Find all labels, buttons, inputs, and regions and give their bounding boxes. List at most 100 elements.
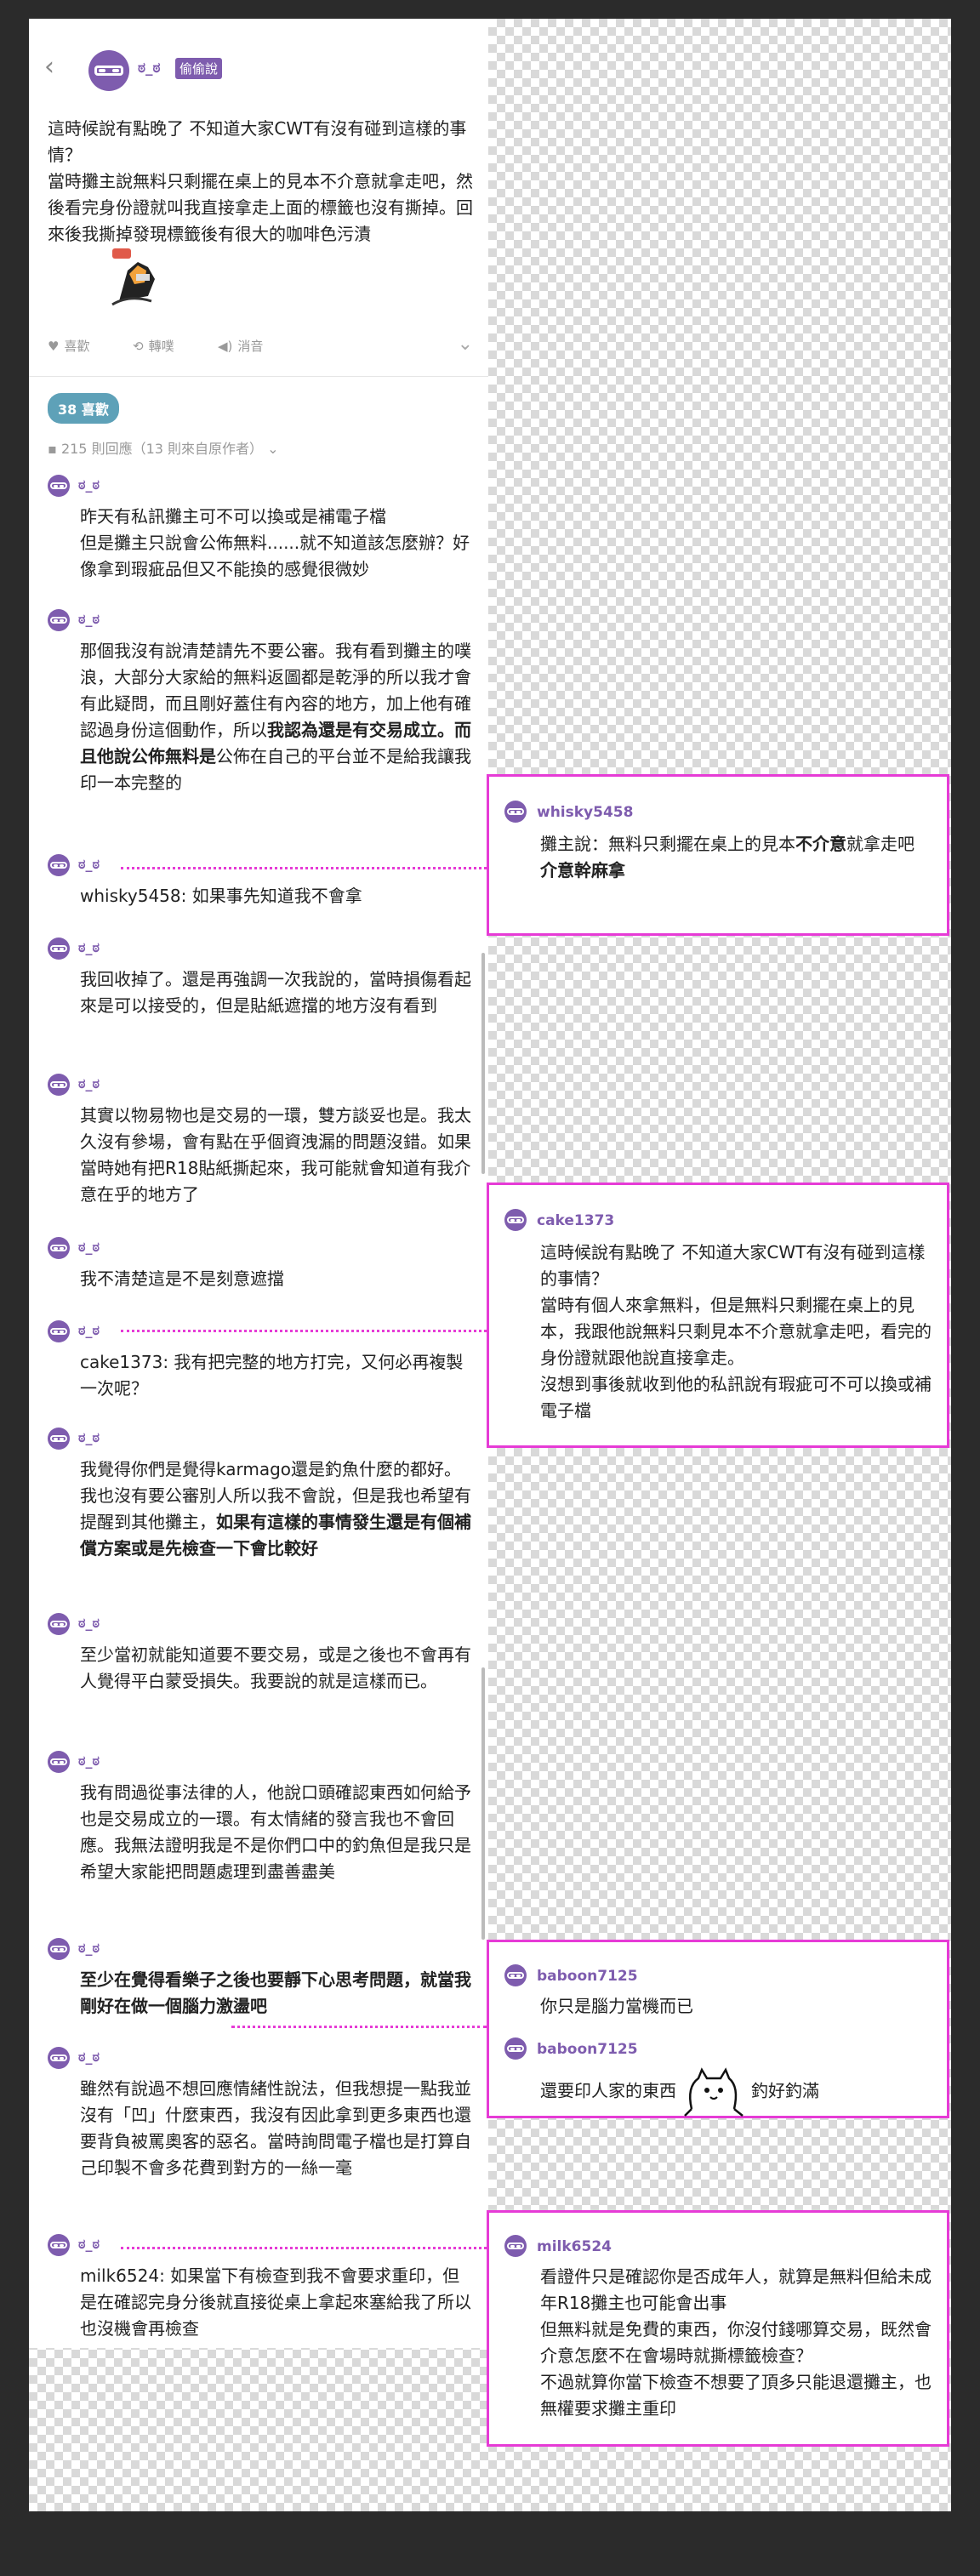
comment-text: whisky5458: 如果事先知道我不會拿 bbox=[80, 886, 362, 906]
comment-text: 我不清楚這是不是刻意遮擋 bbox=[80, 1268, 284, 1289]
comment-text: 我覺得你們是覺得karmago還是釣魚什麼的都好。我也沒有要公審別人所以我不會說… bbox=[80, 1456, 471, 1562]
mask-icon bbox=[507, 1217, 524, 1223]
quoted-response: milk6524 看證件只是確認你是否成年人，就算是無料但給未成年R18攤主也可… bbox=[487, 2210, 949, 2447]
op-name[interactable]: ಠ_ಠ bbox=[138, 60, 161, 77]
quoted-response: baboon7125 你只是腦力當機而已 baboon7125 還要印人家的東西… bbox=[487, 1940, 949, 2118]
commenter-name[interactable]: ಠ_ಠ bbox=[78, 1075, 100, 1092]
mask-icon bbox=[50, 2055, 67, 2061]
mask-icon bbox=[507, 1972, 524, 1979]
comment-text: 昨天有私訊攤主可不可以換或是補電子檔 但是攤主只說會公佈無料......就不知道… bbox=[80, 506, 470, 579]
commenter-avatar[interactable] bbox=[48, 1751, 70, 1773]
responder-name[interactable]: milk6524 bbox=[537, 2238, 612, 2255]
scrollbar[interactable] bbox=[481, 953, 485, 1174]
divider bbox=[29, 376, 488, 377]
responder-avatar[interactable] bbox=[504, 1209, 527, 1231]
connector-line bbox=[231, 2026, 487, 2028]
mask-icon bbox=[507, 2045, 524, 2052]
commenter-name[interactable]: ಠ_ಠ bbox=[78, 1429, 100, 1446]
response-text: 攤主說：無料只剩擺在桌上的見本不介意就拿走吧 介意幹麻拿 bbox=[540, 831, 940, 884]
repost-label: 轉噗 bbox=[148, 339, 174, 354]
mask-icon bbox=[507, 808, 524, 815]
mask-icon bbox=[50, 1946, 67, 1952]
commenter-avatar[interactable] bbox=[48, 1237, 70, 1259]
commenter-name[interactable]: ಠ_ಠ bbox=[78, 1239, 100, 1256]
like-label: 喜歡 bbox=[64, 339, 90, 354]
speech-bubble-icon: ▪ bbox=[48, 441, 61, 457]
anonymous-badge: 偷偷說 bbox=[175, 58, 223, 79]
mask-icon bbox=[50, 862, 67, 869]
commenter-avatar[interactable] bbox=[48, 938, 70, 960]
commenter-avatar[interactable] bbox=[48, 1074, 70, 1096]
fox-sticker-icon bbox=[111, 248, 155, 306]
cat-sticker-icon bbox=[684, 2067, 744, 2117]
reply-count-label: 215 則回應（13 則來自原作者） bbox=[60, 441, 264, 457]
responder-name[interactable]: baboon7125 bbox=[537, 1968, 638, 1985]
commenter-avatar[interactable] bbox=[48, 1938, 70, 1960]
commenter-avatar[interactable] bbox=[48, 2047, 70, 2069]
responder-name[interactable]: cake1373 bbox=[537, 1212, 614, 1229]
response-text-part: 攤主說：無料只剩擺在桌上的見本 bbox=[540, 834, 795, 854]
responder-avatar[interactable] bbox=[504, 2037, 527, 2060]
commenter-name[interactable]: ಠ_ಠ bbox=[78, 939, 100, 956]
mask-icon bbox=[94, 66, 123, 76]
commenter-avatar[interactable] bbox=[48, 2234, 70, 2256]
mute-label: 消音 bbox=[237, 339, 264, 354]
connector-line bbox=[121, 2247, 487, 2249]
likes-badge[interactable]: 38 喜歡 bbox=[48, 393, 119, 424]
post-actions: ♥ 喜歡 ⟲ 轉噗 ◀) 消音 ⌄ bbox=[48, 333, 473, 359]
commenter-name[interactable]: ಠ_ಠ bbox=[78, 1322, 100, 1339]
mask-icon bbox=[50, 1758, 67, 1765]
chevron-down-icon[interactable]: ⌄ bbox=[458, 333, 473, 355]
response-text-part: 就拿走吧 bbox=[846, 834, 914, 854]
repost-icon: ⟲ bbox=[133, 338, 144, 354]
responder-name[interactable]: baboon7125 bbox=[537, 2041, 638, 2058]
commenter-name[interactable]: ಠ_ಠ bbox=[78, 611, 100, 628]
responder-name[interactable]: whisky5458 bbox=[537, 804, 633, 821]
mask-icon bbox=[50, 2242, 67, 2248]
commenter-avatar[interactable] bbox=[48, 854, 70, 876]
response-text-part: 還要印人家的東西 bbox=[540, 2080, 676, 2101]
commenter-avatar[interactable] bbox=[48, 609, 70, 631]
connector-line bbox=[121, 1330, 487, 1332]
quoted-response: cake1373 這時候說有點晚了 不知道大家CWT有沒有碰到這樣的事情？ 當時… bbox=[487, 1183, 949, 1448]
commenter-name[interactable]: ಠ_ಠ bbox=[78, 2049, 100, 2066]
comment-text: cake1373: 我有把完整的地方打完，又何必再複製一次呢？ bbox=[80, 1352, 464, 1399]
mute-button[interactable]: ◀) 消音 bbox=[218, 337, 263, 355]
response-text-part: 釣好釣滿 bbox=[751, 2080, 819, 2101]
response-text: 你只是腦力當機而已 bbox=[540, 1996, 693, 2016]
mask-icon bbox=[50, 945, 67, 952]
commenter-name[interactable]: ಠ_ಠ bbox=[78, 2236, 100, 2253]
commenter-name[interactable]: ಠ_ಠ bbox=[78, 1752, 100, 1770]
mask-icon bbox=[50, 617, 67, 624]
comment-text: 至少在覺得看樂子之後也要靜下心思考問題，就當我剛好在做一個腦力激盪吧 bbox=[80, 1967, 471, 2020]
commenter-name[interactable]: ಠ_ಠ bbox=[78, 856, 100, 873]
responder-avatar[interactable] bbox=[504, 1964, 527, 1986]
mask-icon bbox=[50, 1621, 67, 1627]
back-arrow-icon[interactable]: ‹ bbox=[44, 54, 54, 80]
speaker-icon: ◀) bbox=[218, 338, 233, 354]
anonymous-avatar[interactable] bbox=[88, 50, 129, 91]
commenter-avatar[interactable] bbox=[48, 1613, 70, 1635]
commenter-name[interactable]: ಠ_ಠ bbox=[78, 1940, 100, 1957]
plurk-thread: ‹ ಠ_ಠ 偷偷說 這時候說有點晚了 不知道大家CWT有沒有碰到這樣的事情？ 當… bbox=[29, 19, 488, 2348]
response-text: 這時候說有點晚了 不知道大家CWT有沒有碰到這樣的事情？ 當時有個人來拿無料，但… bbox=[540, 1242, 932, 1421]
comment-text: 我有問過從事法律的人，他說口頭確認東西如何給予也是交易成立的一環。有太情緒的發言… bbox=[80, 1782, 471, 1882]
scrollbar[interactable] bbox=[481, 1667, 485, 1940]
response-text: 還要印人家的東西 釣好釣滿 bbox=[540, 2066, 940, 2117]
response-bold-text: 不介意 bbox=[795, 834, 846, 854]
repost-button[interactable]: ⟲ 轉噗 bbox=[133, 337, 174, 355]
comment-text: 至少當初就能知道要不要交易，或是之後也不會再有人覺得平白蒙受損失。我要說的就是這… bbox=[80, 1644, 471, 1691]
responder-avatar[interactable] bbox=[504, 2235, 527, 2257]
post-body: 這時候說有點晚了 不知道大家CWT有沒有碰到這樣的事情？ 當時攤主說無料只剩擺在… bbox=[48, 118, 473, 244]
commenter-name[interactable]: ಠ_ಠ bbox=[78, 1615, 100, 1632]
commenter-name[interactable]: ಠ_ಠ bbox=[78, 476, 100, 493]
responder-avatar[interactable] bbox=[504, 801, 527, 823]
reply-count[interactable]: ▪ 215 則回應（13 則來自原作者） ⌄ bbox=[48, 437, 279, 458]
mask-icon bbox=[50, 1328, 67, 1335]
commenter-avatar[interactable] bbox=[48, 1428, 70, 1450]
commenter-avatar[interactable] bbox=[48, 475, 70, 497]
like-button[interactable]: ♥ 喜歡 bbox=[48, 337, 89, 355]
commenter-avatar[interactable] bbox=[48, 1320, 70, 1342]
mask-icon bbox=[507, 2243, 524, 2249]
response-bold-text: 介意幹麻拿 bbox=[540, 860, 625, 881]
